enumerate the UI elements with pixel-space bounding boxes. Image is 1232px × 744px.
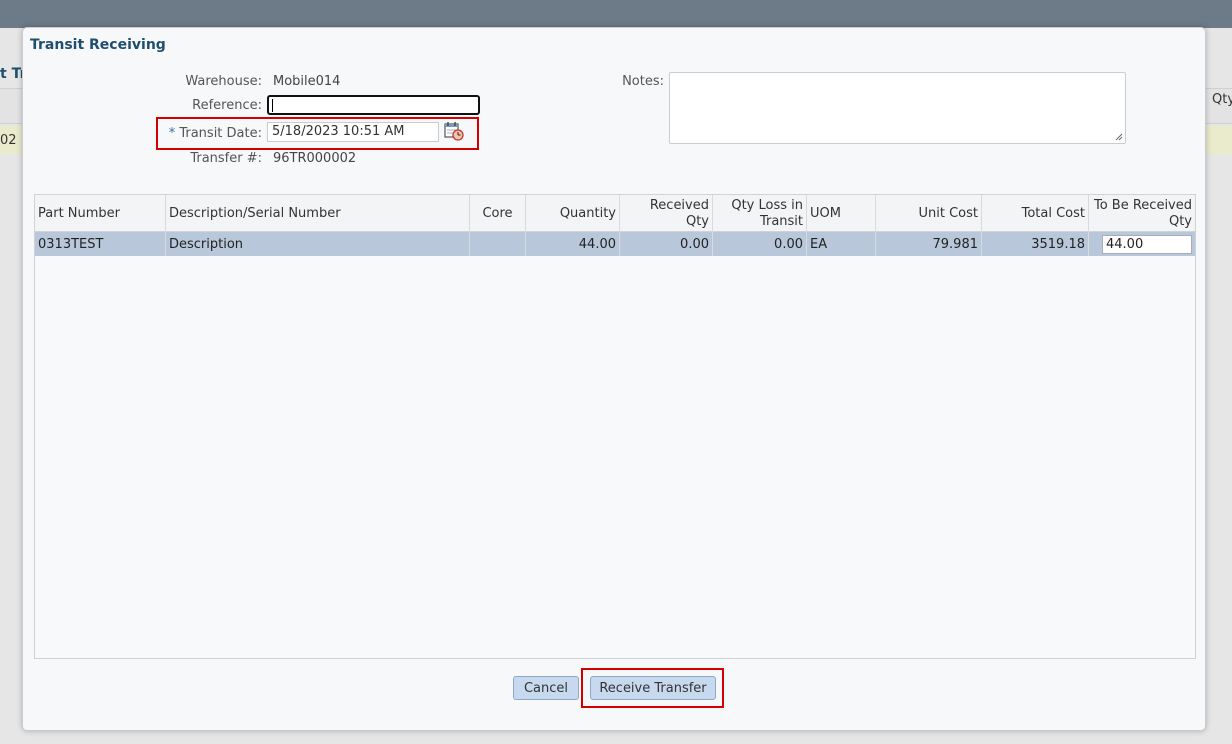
cell-unit-cost: 79.981 bbox=[876, 232, 982, 256]
notes-textarea[interactable] bbox=[669, 72, 1126, 144]
background-qty-fragment: Qty bbox=[1212, 92, 1232, 107]
to-be-received-qty-input[interactable] bbox=[1102, 235, 1192, 254]
table-row[interactable]: 0313TEST Description 44.00 0.00 0.00 EA … bbox=[35, 232, 1195, 256]
receive-transfer-button[interactable]: Receive Transfer bbox=[590, 676, 716, 700]
grid-header: Part Number Description/Serial Number Co… bbox=[35, 195, 1195, 232]
parts-grid: Part Number Description/Serial Number Co… bbox=[34, 194, 1196, 659]
transfer-number-label: Transfer #: bbox=[190, 151, 262, 166]
col-core[interactable]: Core bbox=[470, 195, 526, 232]
cell-uom: EA bbox=[807, 232, 876, 256]
cancel-button[interactable]: Cancel bbox=[513, 676, 579, 700]
top-bar bbox=[0, 0, 1232, 28]
col-unit-cost[interactable]: Unit Cost bbox=[876, 195, 982, 232]
col-part-number[interactable]: Part Number bbox=[35, 195, 166, 232]
transit-date-label-text: Transit Date: bbox=[179, 126, 262, 141]
col-to-be-received[interactable]: To Be Received Qty bbox=[1089, 195, 1195, 232]
cell-received-qty: 0.00 bbox=[620, 232, 713, 256]
reference-input[interactable] bbox=[267, 95, 480, 115]
transfer-number-value: 96TR000002 bbox=[273, 151, 357, 166]
col-total-cost[interactable]: Total Cost bbox=[982, 195, 1089, 232]
col-qty-loss[interactable]: Qty Loss in Transit bbox=[713, 195, 807, 232]
required-asterisk: * bbox=[168, 126, 176, 141]
cell-core bbox=[470, 232, 526, 256]
notes-label: Notes: bbox=[622, 74, 664, 89]
transit-receiving-dialog: Transit Receiving Warehouse: Mobile014 R… bbox=[22, 27, 1206, 731]
cell-part-number: 0313TEST bbox=[35, 232, 166, 256]
col-uom[interactable]: UOM bbox=[807, 195, 876, 232]
background-row-fragment: 02 bbox=[0, 133, 17, 148]
calendar-clock-icon[interactable] bbox=[444, 121, 464, 141]
reference-label: Reference: bbox=[192, 98, 262, 113]
col-description[interactable]: Description/Serial Number bbox=[166, 195, 470, 232]
warehouse-label: Warehouse: bbox=[185, 74, 262, 89]
transit-date-input[interactable]: 5/18/2023 10:51 AM bbox=[267, 122, 439, 142]
warehouse-value: Mobile014 bbox=[273, 74, 341, 89]
transit-date-label: * Transit Date: bbox=[143, 126, 262, 141]
cell-qty-loss: 0.00 bbox=[713, 232, 807, 256]
text-caret bbox=[272, 99, 273, 112]
cell-quantity: 44.00 bbox=[526, 232, 620, 256]
cell-total-cost: 3519.18 bbox=[982, 232, 1089, 256]
cell-description: Description bbox=[166, 232, 470, 256]
col-quantity[interactable]: Quantity bbox=[526, 195, 620, 232]
resize-grip-icon[interactable] bbox=[1115, 133, 1123, 141]
col-received-qty[interactable]: Received Qty bbox=[620, 195, 713, 232]
dialog-title: Transit Receiving bbox=[30, 37, 166, 53]
